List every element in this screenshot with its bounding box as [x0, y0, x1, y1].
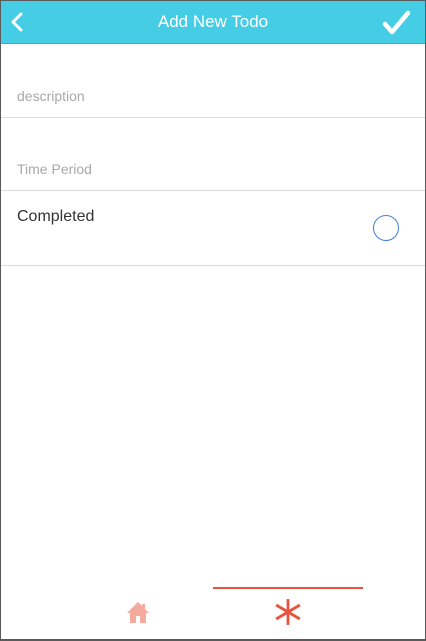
completed-radio[interactable] [373, 215, 399, 241]
active-tab-indicator [213, 587, 363, 589]
completed-row: Completed [1, 191, 425, 266]
home-icon [127, 602, 149, 623]
tab-add[interactable] [213, 587, 363, 639]
description-row [1, 44, 425, 118]
page-title: Add New Todo [157, 12, 269, 31]
app-screen: Add New Todo Completed [1, 1, 425, 639]
asterisk-icon [275, 599, 301, 625]
time-period-row [1, 118, 425, 191]
nav-header: Add New Todo [1, 1, 425, 44]
tab-bar [1, 587, 425, 639]
description-input[interactable] [17, 85, 409, 107]
time-period-input[interactable] [17, 158, 409, 180]
tab-home[interactable] [63, 587, 213, 639]
save-button[interactable] [381, 9, 411, 37]
completed-label: Completed [17, 208, 95, 225]
check-icon [382, 10, 411, 35]
